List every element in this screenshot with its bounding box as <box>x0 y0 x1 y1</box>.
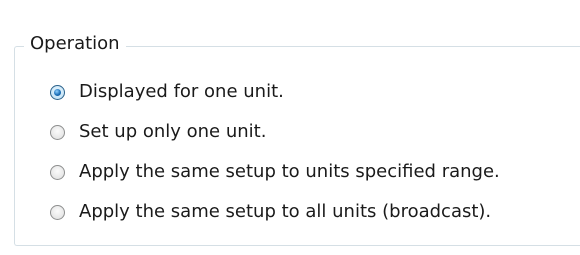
radio-option-apply-to-all-units[interactable]: Apply the same setup to all units (broad… <box>50 199 491 225</box>
radio-button-icon[interactable] <box>50 164 65 180</box>
radio-option-label: Apply the same setup to all units (broad… <box>79 201 492 222</box>
radio-button-selected-icon[interactable] <box>50 84 65 100</box>
radio-option-set-up-only-one-unit[interactable]: Set up only one unit. <box>50 119 266 145</box>
radio-option-label: Displayed for one unit. <box>79 81 284 102</box>
radio-button-icon[interactable] <box>50 204 65 220</box>
radio-option-label: Apply the same setup to units specified … <box>79 161 500 182</box>
radio-option-label: Set up only one unit. <box>79 121 267 142</box>
operation-group-title: Operation <box>24 32 126 56</box>
radio-option-apply-to-specified-range[interactable]: Apply the same setup to units specified … <box>50 159 500 185</box>
radio-button-icon[interactable] <box>50 124 65 140</box>
radio-option-displayed-for-one-unit[interactable]: Displayed for one unit. <box>50 79 284 105</box>
